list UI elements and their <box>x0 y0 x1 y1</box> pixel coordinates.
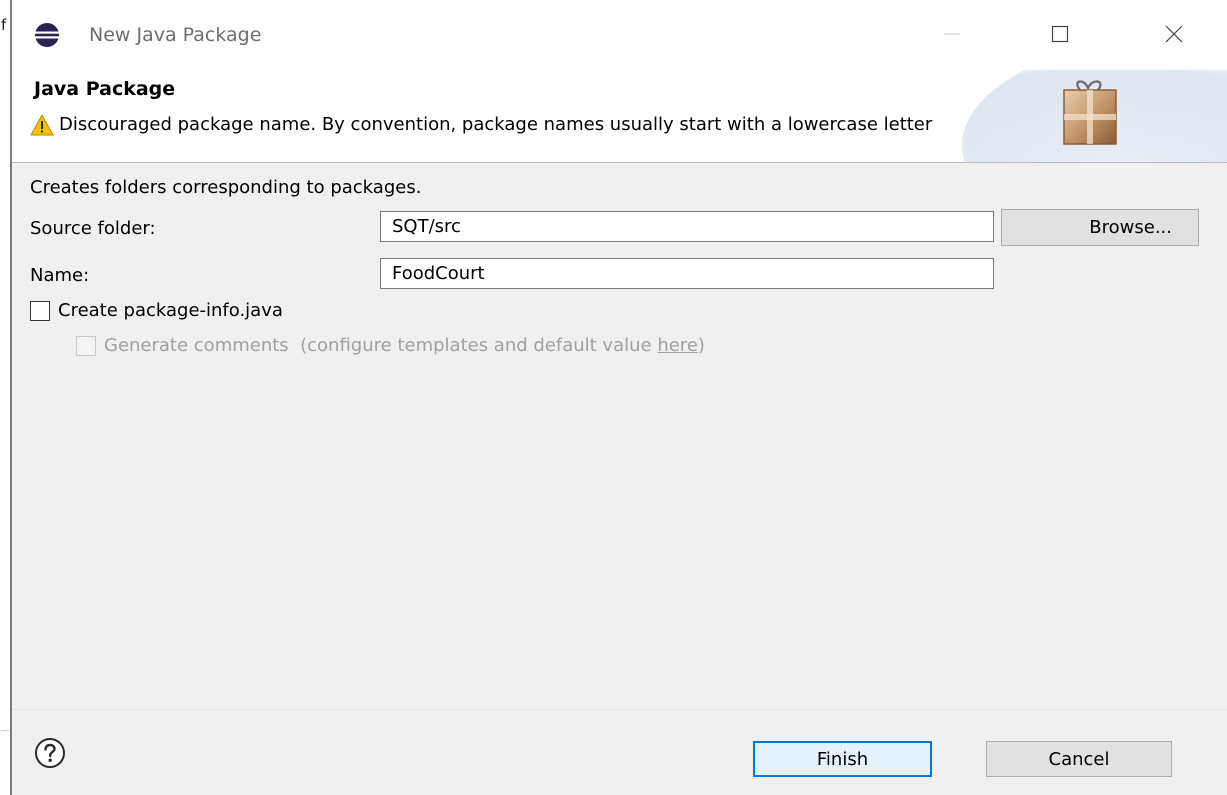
package-info-checkbox[interactable] <box>30 300 50 321</box>
close-button[interactable] <box>1152 14 1196 54</box>
configure-templates-link[interactable]: here <box>657 335 698 356</box>
name-input[interactable] <box>380 258 994 289</box>
source-folder-label: Source folder: <box>30 218 156 239</box>
help-icon[interactable] <box>34 737 66 769</box>
finish-button[interactable]: Finish <box>753 741 932 777</box>
footer-divider <box>12 709 1227 710</box>
browse-button[interactable]: Browse... <box>1001 209 1199 246</box>
package-info-option[interactable]: Create package-info.java <box>30 300 283 321</box>
page-description: Creates folders corresponding to package… <box>30 177 422 198</box>
maximize-button[interactable] <box>1038 14 1082 54</box>
source-folder-input[interactable] <box>380 211 994 242</box>
warning-icon <box>30 114 54 136</box>
generate-comments-checkbox <box>76 335 96 356</box>
new-java-package-dialog: New Java Package Java Package Discourage… <box>12 0 1227 795</box>
warning-message: Discouraged package name. By convention,… <box>59 114 933 135</box>
maximize-icon <box>1051 25 1069 43</box>
wizard-body: Creates folders corresponding to package… <box>12 163 1227 795</box>
minimize-icon <box>944 33 960 35</box>
package-info-label: Create package-info.java <box>58 300 283 321</box>
generate-comments-option: Generate comments (configure templates a… <box>76 335 705 356</box>
eclipse-icon <box>35 23 59 47</box>
wizard-header: Java Package Discouraged package name. B… <box>12 70 1227 163</box>
wizard-page-title: Java Package <box>34 78 176 100</box>
window-title: New Java Package <box>89 24 262 46</box>
name-label: Name: <box>30 265 90 286</box>
minimize-button[interactable] <box>930 14 974 54</box>
background-window-mark <box>1 730 9 731</box>
package-gift-icon <box>1063 80 1117 145</box>
background-window-text: f <box>1 16 7 34</box>
cancel-button[interactable]: Cancel <box>986 741 1172 777</box>
generate-comments-suffix: ) <box>697 335 705 356</box>
title-bar[interactable]: New Java Package <box>12 0 1227 70</box>
generate-comments-label: Generate comments (configure templates a… <box>104 335 658 356</box>
close-icon <box>1165 25 1183 43</box>
